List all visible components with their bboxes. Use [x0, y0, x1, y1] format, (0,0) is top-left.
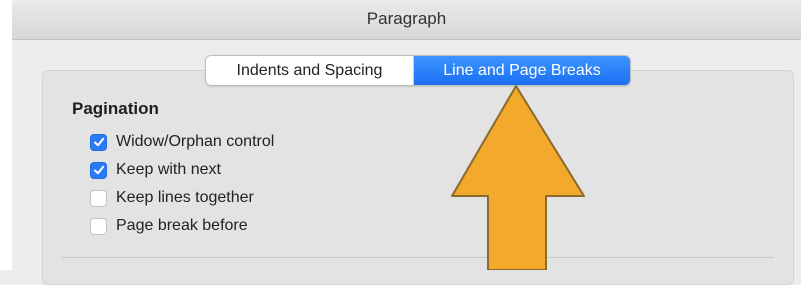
tab-line-and-page-breaks[interactable]: Line and Page Breaks — [414, 56, 630, 85]
page-break-before-label: Page break before — [116, 217, 248, 234]
tab-bar: Indents and Spacing Line and Page Breaks — [205, 55, 631, 86]
page-break-before-checkbox[interactable] — [90, 217, 107, 235]
window-title: Paragraph — [366, 9, 447, 28]
arrow-up-icon — [451, 85, 585, 270]
tab-indents-and-spacing[interactable]: Indents and Spacing — [206, 56, 414, 85]
window-titlebar: Paragraph — [12, 0, 801, 40]
pagination-heading: Pagination — [72, 99, 159, 118]
widow-orphan-control-checkbox[interactable] — [90, 133, 107, 151]
keep-with-next-option[interactable]: Keep with next — [90, 159, 221, 181]
section-divider — [62, 257, 774, 258]
keep-with-next-checkbox[interactable] — [90, 161, 107, 179]
keep-with-next-label: Keep with next — [116, 161, 221, 178]
checkmark-icon — [93, 165, 104, 175]
widow-orphan-control-label: Widow/Orphan control — [116, 133, 275, 150]
left-margin — [0, 0, 12, 270]
keep-lines-together-checkbox[interactable] — [90, 189, 107, 207]
page-break-before-option[interactable]: Page break before — [90, 215, 248, 237]
widow-orphan-control-option[interactable]: Widow/Orphan control — [90, 131, 274, 153]
checkmark-icon — [93, 137, 104, 147]
keep-lines-together-option[interactable]: Keep lines together — [90, 187, 254, 209]
keep-lines-together-label: Keep lines together — [116, 189, 254, 206]
